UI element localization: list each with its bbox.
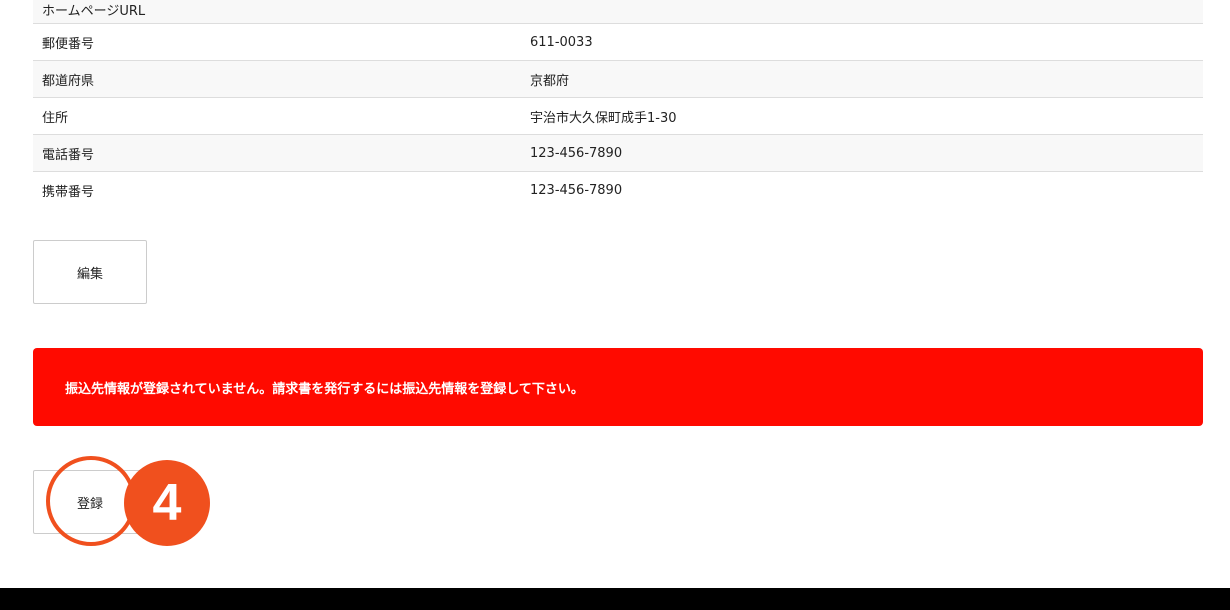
highlight-circle — [46, 456, 136, 546]
row-value: 611-0033 — [530, 34, 593, 50]
row-label: 都道府県 — [42, 73, 95, 89]
table-row-phone: 電話番号 123-456-7890 — [33, 135, 1203, 172]
table-row-mobile: 携帯番号 123-456-7890 — [33, 172, 1203, 209]
bank-info-missing-alert: 振込先情報が登録されていません。請求書を発行するには振込先情報を登録して下さい。 — [33, 348, 1203, 426]
table-row-address: 住所 宇治市大久保町成手1-30 — [33, 98, 1203, 135]
row-label: 携帯番号 — [42, 185, 95, 200]
step-number: 4 — [152, 474, 182, 532]
edit-button[interactable]: 編集 — [33, 240, 147, 304]
row-value: 123-456-7890 — [530, 145, 623, 161]
company-info-table: ホームページURL 郵便番号 611-0033 都道府県 京都府 住所 宇治市大… — [33, 0, 1203, 209]
footer-bar — [0, 588, 1230, 610]
row-value: 宇治市大久保町成手1-30 — [530, 110, 677, 126]
table-row-prefecture: 都道府県 京都府 — [33, 61, 1203, 98]
alert-message: 振込先情報が登録されていません。請求書を発行するには振込先情報を登録して下さい。 — [65, 381, 584, 397]
row-value: 123-456-7890 — [530, 183, 623, 198]
table-row-homepage-url: ホームページURL — [33, 0, 1203, 24]
step-number-badge: 4 — [124, 460, 210, 546]
table-row-postal-code: 郵便番号 611-0033 — [33, 24, 1203, 61]
row-label: 電話番号 — [42, 147, 95, 163]
row-value: 京都府 — [530, 73, 570, 89]
row-label: 郵便番号 — [42, 36, 95, 52]
row-label: 住所 — [42, 110, 69, 126]
edit-button-label: 編集 — [76, 266, 103, 282]
row-label: ホームページURL — [42, 4, 146, 19]
